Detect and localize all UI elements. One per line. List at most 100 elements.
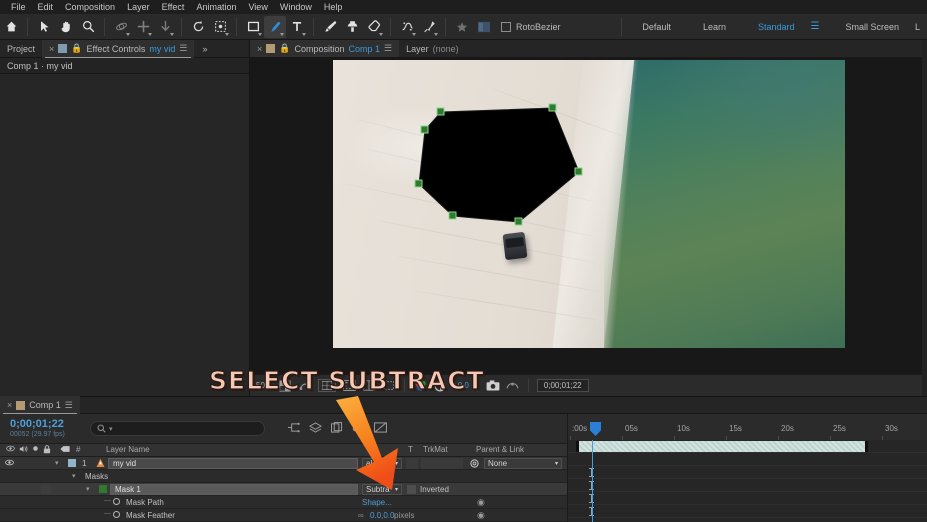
region-of-interest-icon[interactable] [382, 379, 396, 393]
graph-editor-icon[interactable]: ◉ [477, 510, 485, 521]
mask-feather-value[interactable]: 0.0,0.0 [370, 511, 394, 520]
resolution-selector[interactable] [318, 379, 337, 392]
workspace-learn[interactable]: Learn [687, 22, 742, 32]
expand-chevron-icon[interactable]: ▾ [72, 472, 76, 480]
column-header-trkmat[interactable]: TrkMat [423, 445, 448, 454]
lock-icon[interactable]: 🔒 [279, 43, 290, 54]
lock-switch-icon[interactable] [43, 445, 51, 456]
solo-switch-icon[interactable] [32, 445, 39, 454]
workspace-small-screen[interactable]: Small Screen [829, 22, 915, 32]
home-icon[interactable] [0, 16, 22, 38]
column-header-t[interactable]: T [408, 445, 413, 454]
dolly-tool-icon[interactable] [154, 16, 176, 38]
frame-blending-icon[interactable] [352, 420, 365, 438]
comp-canvas[interactable] [332, 60, 845, 348]
composition-viewer[interactable] [250, 57, 927, 374]
magnification-value[interactable]: 50% [256, 381, 272, 390]
menu-effect[interactable]: Effect [156, 0, 191, 14]
rotobezier-option[interactable]: RotoBezier [501, 21, 561, 32]
orbit-tool-icon[interactable] [110, 16, 132, 38]
link-constrain-icon[interactable]: ∞ [358, 511, 364, 520]
column-header-parent-link[interactable]: Parent & Link [476, 445, 524, 454]
toggle-mask-paths-icon[interactable] [298, 379, 312, 393]
layer-t-cell[interactable] [406, 458, 418, 469]
stopwatch-icon[interactable] [113, 498, 120, 505]
viewer-timecode[interactable]: 0;00;01;22 [536, 379, 589, 392]
roto-brush-tool-icon[interactable] [209, 16, 231, 38]
menu-animation[interactable]: Animation [190, 0, 242, 14]
mask-lock-cell[interactable] [41, 485, 51, 494]
bar-out-handle[interactable] [865, 441, 868, 452]
workspace-default[interactable]: Default [626, 22, 687, 32]
toggle-transparency-grid-icon[interactable] [278, 379, 292, 393]
toggle-view-layout-icon[interactable] [362, 379, 376, 393]
expand-chevron-icon[interactable]: ▾ [86, 485, 90, 493]
pickwhip-icon[interactable] [470, 459, 479, 470]
motion-blur-icon[interactable] [374, 420, 387, 438]
hand-tool-icon[interactable] [55, 16, 77, 38]
pen-tool-icon[interactable] [264, 15, 286, 38]
audio-switch-icon[interactable] [19, 445, 28, 455]
playhead-marker[interactable] [590, 422, 601, 436]
hide-shy-layers-icon[interactable] [330, 420, 343, 438]
blending-mode-dropdown[interactable]: al ▾ [362, 458, 402, 469]
exposure-icon[interactable] [433, 379, 447, 393]
workspace-overflow[interactable]: L [915, 22, 927, 32]
label-icon[interactable] [60, 445, 70, 455]
parent-link-dropdown[interactable]: None ▾ [484, 458, 562, 469]
column-header-layer-name[interactable]: Layer Name [106, 445, 150, 454]
timeline-track-area[interactable] [567, 440, 927, 522]
layer-name-field[interactable]: my vid [108, 458, 358, 469]
snapshot-icon[interactable] [486, 379, 500, 393]
show-snapshot-icon[interactable] [506, 379, 520, 393]
playhead-line[interactable] [592, 440, 593, 522]
bar-in-handle[interactable] [576, 441, 579, 452]
puppet-pin-tool-icon[interactable] [418, 16, 440, 38]
current-time-group[interactable]: 0;00;01;22 00052 (29.97 fps) [0, 419, 80, 439]
tab-composition[interactable]: × 🔒 Composition Comp 1 ☰ [250, 39, 400, 58]
index-column-header[interactable]: # [76, 445, 80, 454]
stopwatch-icon[interactable] [113, 511, 120, 518]
current-timecode[interactable]: 0;00;01;22 [0, 419, 80, 430]
type-tool-icon[interactable] [286, 16, 308, 38]
workspace-standard[interactable]: Standard [742, 22, 811, 32]
comp-vertical-scrollbar[interactable] [922, 40, 927, 396]
refine-edge-tool-icon[interactable] [396, 16, 418, 38]
menu-view[interactable]: View [242, 0, 273, 14]
search-input[interactable]: ▾ [90, 421, 265, 436]
rotation-tool-icon[interactable] [187, 16, 209, 38]
lock-icon[interactable]: 🔒 [71, 43, 82, 54]
effect-controls-body[interactable] [0, 74, 249, 396]
track-row-extra[interactable] [568, 505, 927, 518]
exposure-value[interactable]: +0.0 [453, 381, 469, 390]
tab-timeline-comp[interactable]: × Comp 1 ☰ [0, 396, 80, 414]
tab-layer[interactable]: Layer (none) [399, 40, 466, 58]
menu-layer[interactable]: Layer [121, 0, 156, 14]
table-row[interactable]: ▾ Masks [0, 470, 567, 483]
menu-help[interactable]: Help [318, 0, 349, 14]
layer-trkmat-cell[interactable] [421, 458, 463, 469]
layer-duration-bar[interactable] [576, 441, 868, 452]
layer-video-toggle[interactable] [5, 459, 14, 468]
track-row-masks[interactable] [568, 453, 927, 466]
zoom-tool-icon[interactable] [77, 16, 99, 38]
workspace-preset-icon[interactable] [473, 16, 495, 38]
graph-editor-icon[interactable]: ◉ [477, 497, 485, 508]
favorite-star-icon[interactable] [451, 16, 473, 38]
track-row-mask-feather[interactable] [568, 492, 927, 505]
table-row[interactable]: ▾ 1 my vid al ▾ None ▾ [0, 457, 567, 470]
channel-rgb-icon[interactable] [413, 379, 427, 393]
layer-label-color[interactable] [68, 459, 76, 467]
close-icon[interactable]: × [257, 44, 262, 54]
selection-tool-icon[interactable] [33, 16, 55, 38]
chevron-double-right-icon[interactable]: » [194, 44, 215, 54]
composition-mini-flowchart-icon[interactable] [287, 420, 300, 438]
draft-3d-icon[interactable] [308, 420, 323, 438]
table-row[interactable]: — Mask Path Shape... ◉ [0, 496, 567, 509]
mask-color-swatch[interactable] [99, 485, 107, 493]
table-row[interactable]: ▾ Mask 1 Subtra ▾ Inverted [0, 483, 567, 496]
menu-file[interactable]: File [5, 0, 32, 14]
brush-tool-icon[interactable] [319, 16, 341, 38]
pan-tool-icon[interactable] [132, 16, 154, 38]
tab-effect-controls[interactable]: × 🔒 Effect Controls my vid ☰ [42, 39, 195, 58]
